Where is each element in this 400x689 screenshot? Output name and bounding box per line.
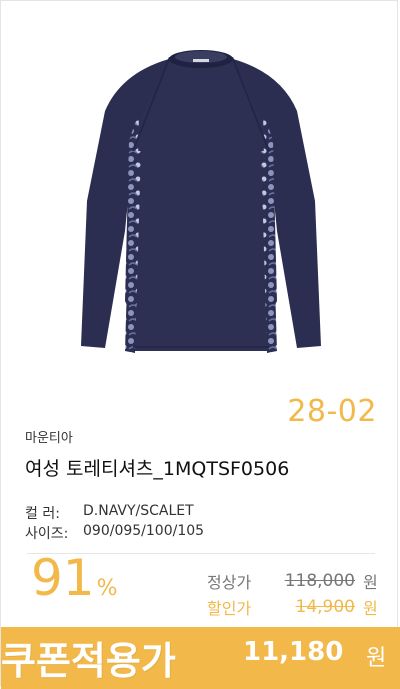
coupon-price: 11,180 [243,637,344,667]
option-size: 사이즈: 090/095/100/105 [25,523,204,543]
discount-rate-value: 91 [31,549,95,607]
regular-price: 118,000 [284,571,355,591]
regular-price-row: 정상가 118,000 원 [207,569,378,593]
regular-price-currency: 원 [363,573,378,592]
product-name[interactable]: 여성 토레티셔츠_1MQTSF0506 [25,454,289,481]
discount-rate-unit: % [96,576,118,601]
discount-rate: 91% [31,553,118,603]
product-image[interactable] [1,1,400,386]
option-color-label: 컬 러: [25,506,60,522]
sale-price-row: 할인가 14,900 원 [207,595,378,619]
coupon-label: 쿠폰적용가 [1,639,176,683]
label-tag [193,59,209,62]
product-code: 28-02 [287,394,377,429]
option-color: 컬 러: D.NAVY/SCALET [25,503,194,523]
product-card[interactable]: 28-02 마운티아 여성 토레티셔츠_1MQTSF0506 컬 러: D.NA… [0,0,400,689]
sale-price: 14,900 [295,597,355,617]
option-color-value: D.NAVY/SCALET [83,503,194,519]
coupon-price-bar[interactable]: 쿠폰적용가 11,180 원 [1,627,400,689]
option-size-label: 사이즈: [25,526,69,542]
regular-price-label: 정상가 [207,573,252,592]
option-size-value: 090/095/100/105 [83,523,205,539]
brand-name: 마운티아 [25,431,73,446]
sale-price-currency: 원 [363,599,378,618]
coupon-currency: 원 [366,646,387,671]
sale-price-label: 할인가 [207,599,252,618]
